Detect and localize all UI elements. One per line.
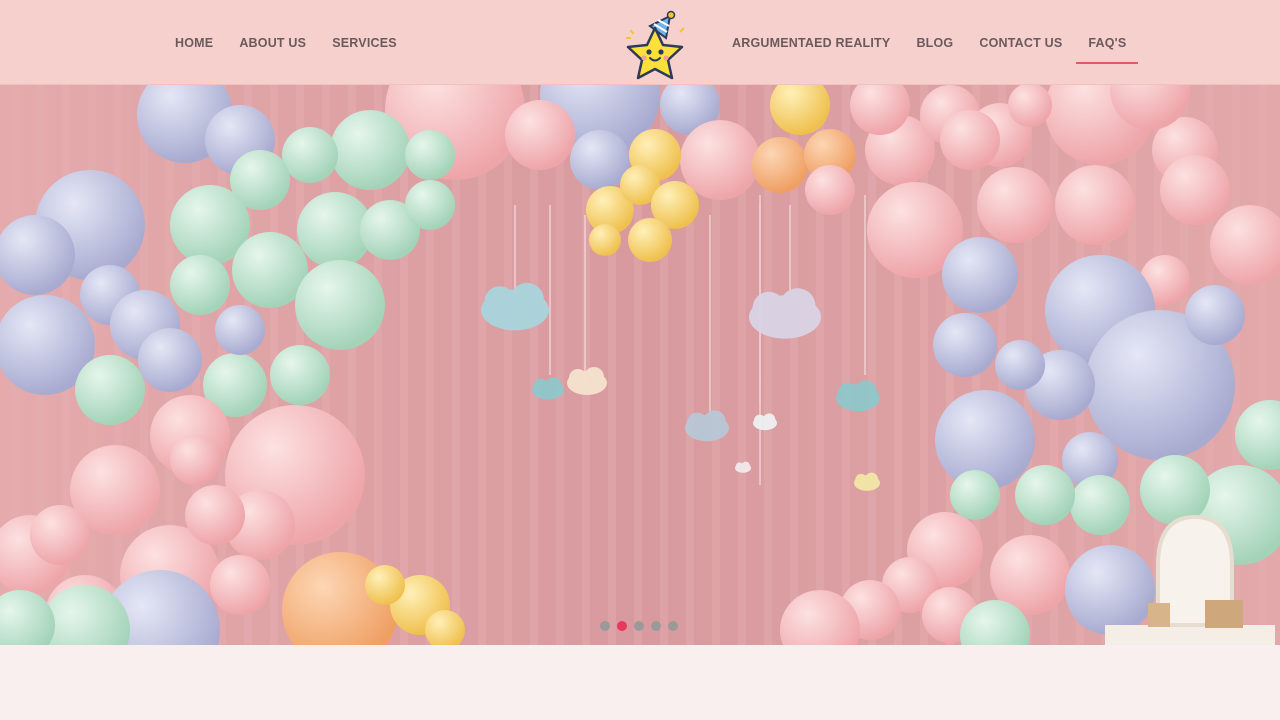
balloon-30 — [282, 127, 338, 183]
logo-graphic — [626, 10, 685, 80]
balloon-9 — [805, 165, 855, 215]
carousel-dot-1[interactable] — [600, 621, 610, 631]
nav-home-link[interactable]: HOME — [175, 36, 213, 50]
balloon-31 — [405, 130, 455, 180]
balloon-73 — [933, 313, 997, 377]
balloon-51 — [185, 485, 245, 545]
carousel-dot-2[interactable] — [617, 621, 627, 631]
nav-about-us-link[interactable]: ABOUT US — [239, 36, 306, 50]
balloon-29 — [330, 110, 410, 190]
balloon-5 — [680, 120, 760, 200]
balloon-78 — [995, 340, 1045, 390]
balloon-53 — [30, 505, 90, 565]
balloon-84 — [1015, 465, 1075, 525]
balloon-66 — [1160, 155, 1230, 225]
balloon-21 — [589, 224, 621, 256]
nav-left-group: HOME ABOUT US SERVICES — [175, 0, 423, 85]
nav-right-group: ARGUMENTAED REALITY BLOG CONTACT US FAQ'… — [732, 0, 1152, 85]
page-content-area — [0, 645, 1280, 720]
carousel-dot-3[interactable] — [634, 621, 644, 631]
balloon-39 — [75, 355, 145, 425]
nav-contact-us-link[interactable]: CONTACT US — [979, 36, 1062, 50]
carousel-pagination — [600, 621, 678, 631]
balloon-44 — [215, 305, 265, 355]
balloon-37 — [295, 260, 385, 350]
balloon-83 — [1070, 475, 1130, 535]
balloon-arch-image — [0, 85, 1280, 645]
balloon-70 — [1008, 85, 1052, 127]
balloon-58 — [365, 565, 405, 605]
nav-blog-link[interactable]: BLOG — [916, 36, 953, 50]
balloon-7 — [752, 137, 808, 193]
nav-augmented-reality-link[interactable]: ARGUMENTAED REALITY — [732, 36, 890, 50]
hero-carousel-slide[interactable] — [0, 85, 1280, 645]
balloon-42 — [405, 180, 455, 230]
nav-faqs-link[interactable]: FAQ'S — [1076, 36, 1139, 64]
balloon-41 — [270, 345, 330, 405]
carousel-dot-4[interactable] — [651, 621, 661, 631]
top-navbar: HOME ABOUT US SERVICES ARGUMENTAED REALI… — [0, 0, 1280, 85]
carousel-dot-5[interactable] — [668, 621, 678, 631]
balloon-65 — [1055, 165, 1135, 245]
balloon-82 — [1140, 455, 1210, 525]
balloon-80 — [1185, 285, 1245, 345]
balloon-55 — [210, 555, 270, 615]
balloon-54 — [170, 435, 220, 485]
balloon-2 — [505, 100, 575, 170]
party-star-logo-icon[interactable] — [620, 8, 690, 82]
balloon-38 — [170, 255, 230, 315]
balloon-85 — [950, 470, 1000, 520]
nav-services-link[interactable]: SERVICES — [332, 36, 397, 50]
balloon-64 — [977, 167, 1053, 243]
balloon-43 — [138, 328, 202, 392]
balloon-89 — [1065, 545, 1155, 635]
balloon-72 — [942, 237, 1018, 313]
balloon-69 — [940, 110, 1000, 170]
balloon-20 — [628, 218, 672, 262]
